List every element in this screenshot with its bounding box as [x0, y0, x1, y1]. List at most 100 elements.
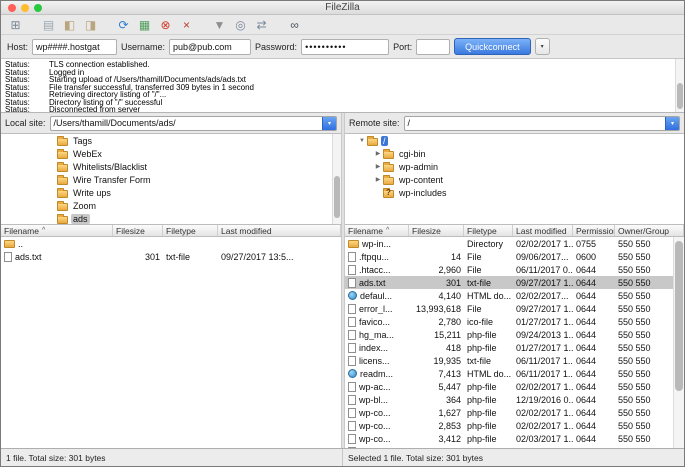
remote-file-row-wp-ac-11[interactable]: wp-ac...5,447php-file02/02/2017 1...0644…: [345, 380, 684, 393]
remote-file-row-favico-6[interactable]: favico...2,780ico-file01/27/2017 1...064…: [345, 315, 684, 328]
remote-column-filetype[interactable]: Filetype: [464, 225, 513, 236]
file-icon: [348, 395, 356, 405]
remote-cell-type: php-file: [464, 393, 513, 406]
close-window-button[interactable]: [8, 4, 16, 12]
remote-filename: wp-co...: [359, 408, 391, 418]
zoom-window-button[interactable]: [34, 4, 42, 12]
remote-site-combo[interactable]: / ▾: [404, 116, 680, 131]
local-column-filename[interactable]: Filename^: [1, 225, 113, 236]
remote-file-row-wp-co-14[interactable]: wp-co...2,853php-file02/02/2017 1...0644…: [345, 419, 684, 432]
filter-icon: ▼: [214, 19, 226, 31]
password-input[interactable]: [301, 39, 389, 55]
local-tree-item-ads[interactable]: ads: [1, 212, 341, 225]
refresh-button[interactable]: ⟳: [114, 16, 133, 33]
local-tree-item-zoom[interactable]: Zoom: [1, 199, 341, 212]
remote-tree-item-cgi-bin[interactable]: ▶cgi-bin: [345, 147, 684, 160]
remote-file-row-licens-9[interactable]: licens...19,935txt-file06/11/2017 1...06…: [345, 354, 684, 367]
toolbar-separator: [198, 24, 208, 25]
remote-cell-type: Directory: [464, 237, 513, 250]
local-column-last-modified[interactable]: Last modified: [218, 225, 341, 236]
remote-column-last-modified[interactable]: Last modified: [513, 225, 573, 236]
quickconnect-button[interactable]: Quickconnect: [454, 38, 531, 55]
remote-file-row-ftpqu-1[interactable]: .ftpqu...14File09/06/2017...0600550 550: [345, 250, 684, 263]
remote-file-row-wp-cr-16[interactable]: wp-cr...3,286php-file0644550 550: [345, 445, 684, 448]
remote-list-scrollbar[interactable]: [673, 237, 684, 448]
remote-file-row-wp-co-15[interactable]: wp-co...3,412php-file02/03/2017 1...0644…: [345, 432, 684, 445]
local-tree-toggle-icon: ◧: [64, 19, 75, 31]
remote-cell-size: 13,993,618: [409, 302, 464, 315]
local-panel: Local site: /Users/thamill/Documents/ads…: [1, 113, 341, 448]
remote-file-row-index-8[interactable]: index...418php-file01/27/2017 1...064455…: [345, 341, 684, 354]
remote-tree-item-wp-content[interactable]: ▶wp-content: [345, 173, 684, 186]
port-input[interactable]: [416, 39, 450, 55]
remote-cell-name: wp-co...: [345, 406, 409, 419]
minimize-window-button[interactable]: [21, 4, 29, 12]
remote-cell-name: .htacc...: [345, 263, 409, 276]
filter-button[interactable]: ▼: [210, 16, 229, 33]
title-bar[interactable]: FileZilla: [1, 1, 684, 15]
local-tree-item-tags[interactable]: Tags: [1, 134, 341, 147]
local-file-row-ads-txt-1[interactable]: ads.txt301txt-file09/27/2017 13:5...: [1, 250, 341, 263]
cancel-button[interactable]: ⊗: [156, 16, 175, 33]
tree-collapsed-icon[interactable]: ▶: [373, 150, 383, 157]
remote-file-row-ads-txt-3[interactable]: ads.txt301txt-file09/27/2017 1...0644550…: [345, 276, 684, 289]
remote-file-row-wp-co-13[interactable]: wp-co...1,627php-file02/02/2017 1...0644…: [345, 406, 684, 419]
username-input[interactable]: [169, 39, 251, 55]
remote-column-filesize[interactable]: Filesize: [409, 225, 464, 236]
tree-expanded-icon[interactable]: ▼: [357, 138, 367, 144]
log-scrollbar-thumb[interactable]: [677, 83, 683, 109]
remote-cell-perms: 0644: [573, 406, 615, 419]
remote-cell-modified: 01/27/2017 1...: [513, 341, 573, 354]
remote-tree-item-item[interactable]: ▼/: [345, 134, 684, 147]
remote-file-row-error-l-5[interactable]: error_l...13,993,618File09/27/2017 1...0…: [345, 302, 684, 315]
log-scrollbar[interactable]: [675, 59, 684, 112]
remote-cell-size: 2,853: [409, 419, 464, 432]
site-manager-icon: ⊞: [10, 19, 20, 31]
process-queue-button[interactable]: ▦: [135, 16, 154, 33]
remote-column-label: Owner/Group: [618, 226, 669, 236]
local-tree-scrollbar[interactable]: [332, 134, 341, 224]
local-tree-item-webex[interactable]: WebEx: [1, 147, 341, 160]
remote-file-list-header: Filename^FilesizeFiletypeLast modifiedPe…: [345, 225, 684, 237]
site-manager-button[interactable]: ⊞: [6, 16, 25, 33]
remote-tree-toggle-button[interactable]: ◨: [81, 16, 100, 33]
host-input[interactable]: [32, 39, 117, 55]
local-file-row-item-0[interactable]: ..: [1, 237, 341, 250]
remote-file-row-wp-in-0[interactable]: wp-in...Directory02/02/2017 1...0755550 …: [345, 237, 684, 250]
local-tree-item-wire-transfer-form[interactable]: Wire Transfer Form: [1, 173, 341, 186]
remote-cell-modified: 06/11/2017 0...: [513, 263, 573, 276]
remote-file-row-defaul-4[interactable]: defaul...4,140HTML do...02/02/2017...064…: [345, 289, 684, 302]
remote-file-row-readm-10[interactable]: readm...7,413HTML do...06/11/2017 1...06…: [345, 367, 684, 380]
local-tree-scrollbar-thumb[interactable]: [334, 176, 340, 218]
remote-file-row-htacc-2[interactable]: .htacc...2,960File06/11/2017 0...0644550…: [345, 263, 684, 276]
remote-column-label: Filename: [348, 226, 383, 236]
message-log-toggle-button[interactable]: ▤: [39, 16, 58, 33]
local-tree-item-write-ups[interactable]: Write ups: [1, 186, 341, 199]
quickconnect-dropdown-button[interactable]: ▾: [535, 38, 550, 55]
remote-site-dropdown-icon[interactable]: ▾: [665, 117, 679, 130]
file-icon: [348, 343, 356, 353]
local-site-combo[interactable]: /Users/thamill/Documents/ads/ ▾: [50, 116, 337, 131]
remote-file-row-wp-bl-12[interactable]: wp-bl...364php-file12/19/2016 0...064455…: [345, 393, 684, 406]
local-column-filesize[interactable]: Filesize: [113, 225, 163, 236]
tree-collapsed-icon[interactable]: ▶: [373, 176, 383, 183]
local-site-dropdown-icon[interactable]: ▾: [322, 117, 336, 130]
remote-column-filename[interactable]: Filename^: [345, 225, 409, 236]
disconnect-button[interactable]: ×: [177, 16, 196, 33]
find-files-button[interactable]: ∞: [285, 16, 304, 33]
remote-tree-item-wp-admin[interactable]: ▶wp-admin: [345, 160, 684, 173]
remote-column-permissions[interactable]: Permissions: [573, 225, 615, 236]
remote-tree-item-wp-includes[interactable]: ?wp-includes: [345, 186, 684, 199]
local-column-filetype[interactable]: Filetype: [163, 225, 218, 236]
local-tree-toggle-button[interactable]: ◧: [60, 16, 79, 33]
tree-collapsed-icon[interactable]: ▶: [373, 163, 383, 170]
remote-panel: Remote site: / ▾ ▼/▶cgi-bin▶wp-admin▶wp-…: [345, 113, 684, 448]
remote-list-scrollbar-thumb[interactable]: [675, 241, 683, 391]
remote-cell-owner: 550 550: [615, 380, 671, 393]
remote-filename: favico...: [359, 317, 390, 327]
sync-browsing-button[interactable]: ⇄: [252, 16, 271, 33]
directory-comparison-button[interactable]: ◎: [231, 16, 250, 33]
remote-column-owner-group[interactable]: Owner/Group: [615, 225, 684, 236]
remote-file-row-hg-ma-7[interactable]: hg_ma...15,211php-file09/24/2013 1...064…: [345, 328, 684, 341]
local-tree-item-whitelists-blacklist[interactable]: Whitelists/Blacklist: [1, 160, 341, 173]
